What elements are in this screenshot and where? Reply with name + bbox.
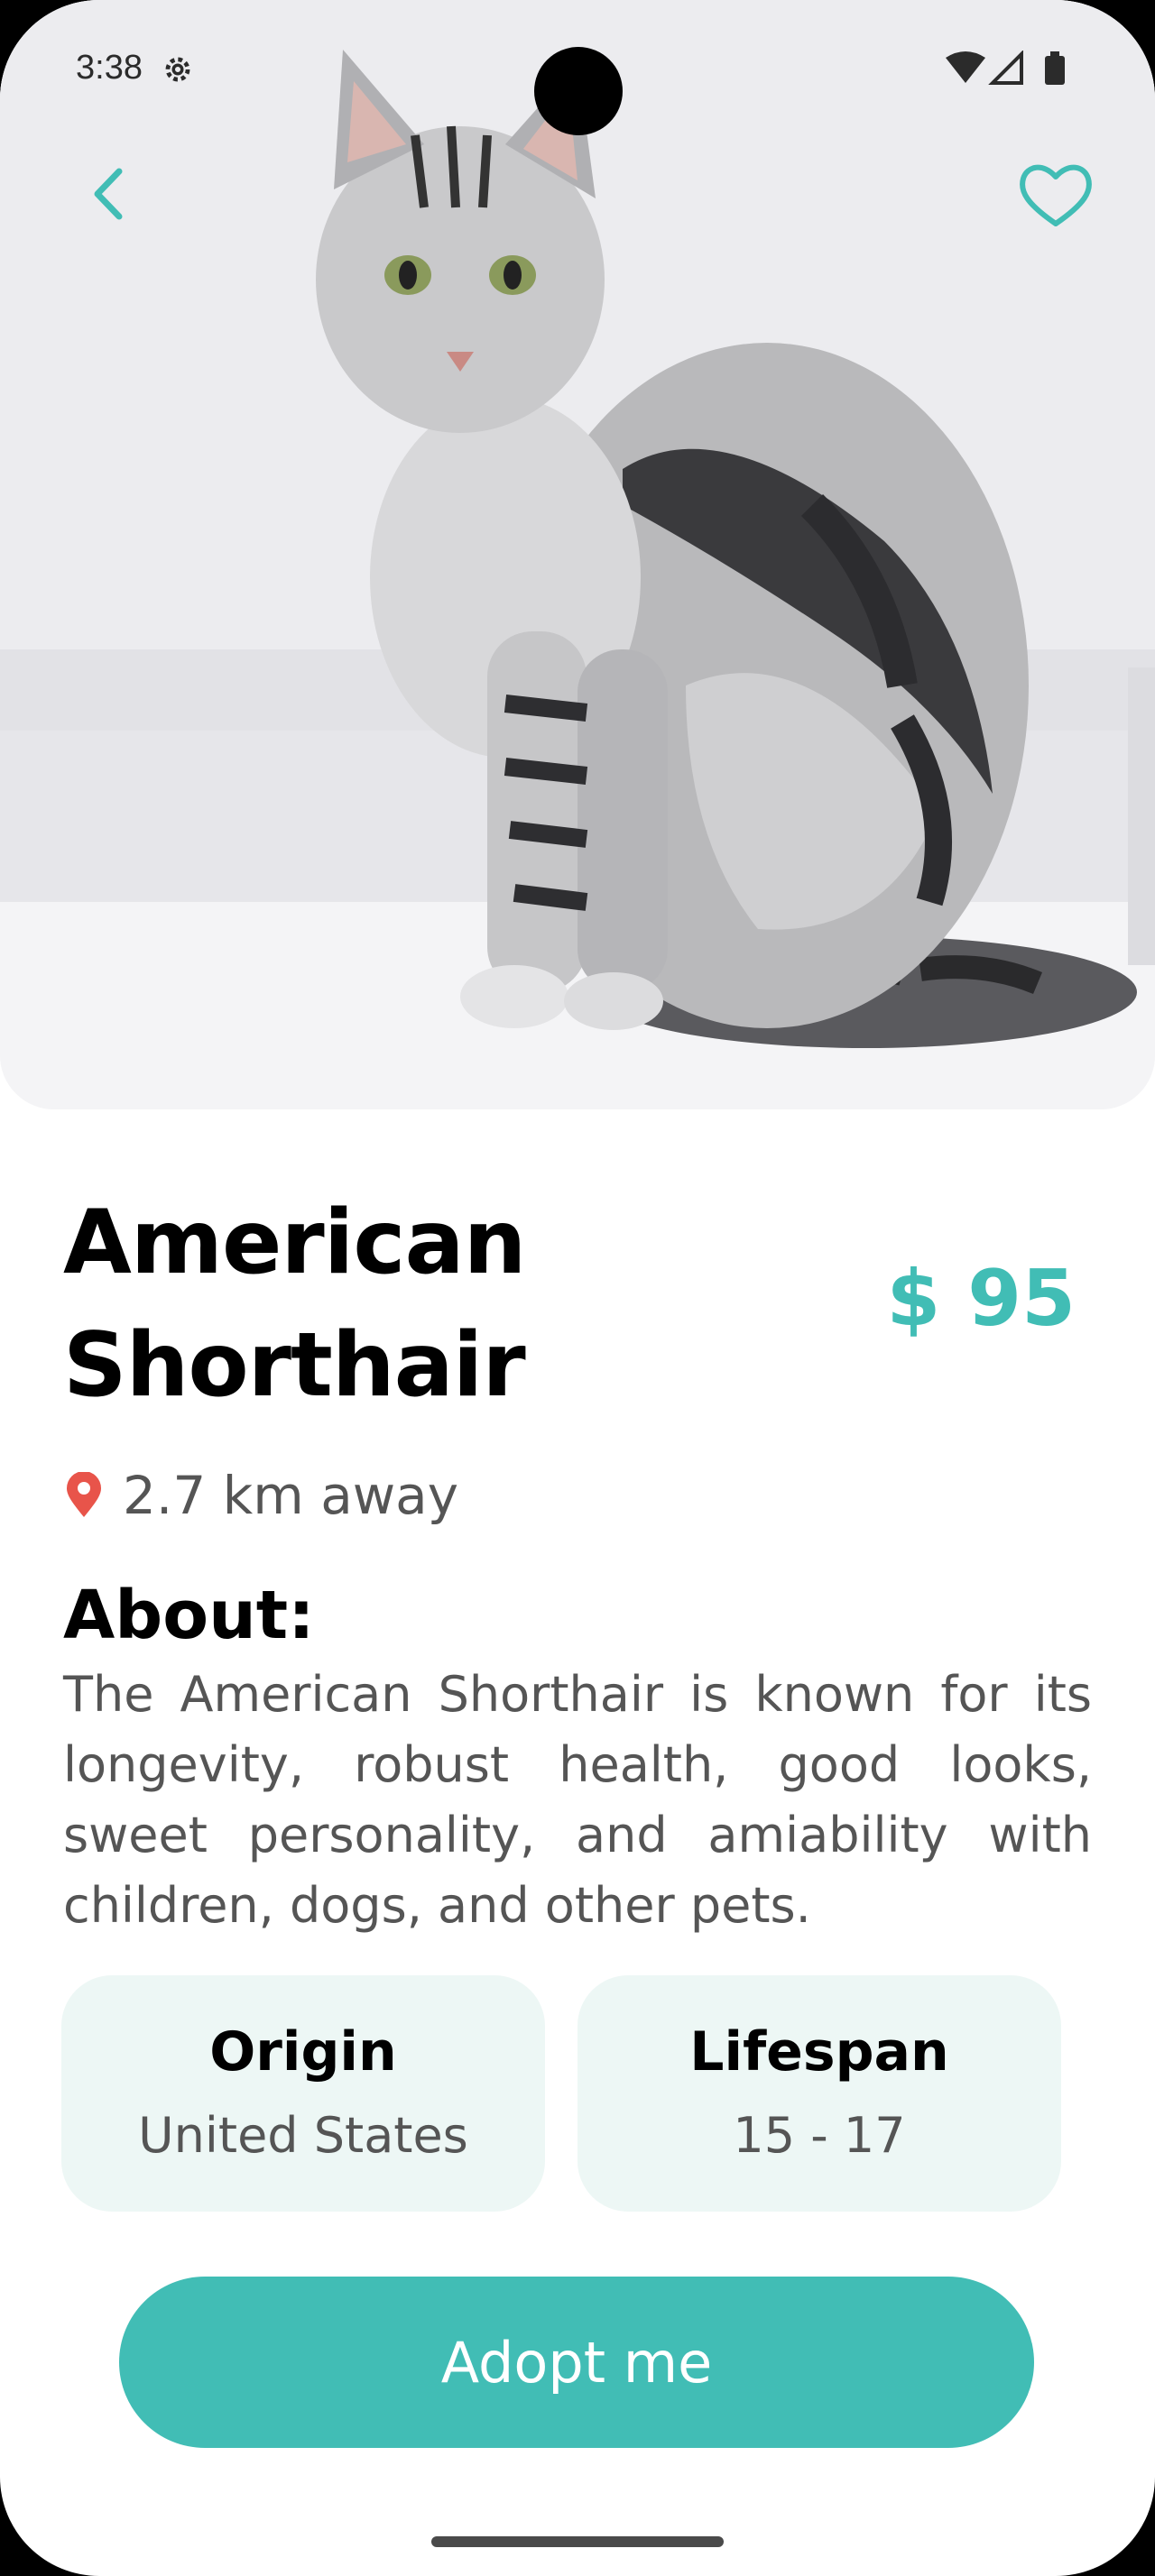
battery-icon [1045, 56, 1065, 85]
home-indicator[interactable] [431, 2536, 724, 2547]
chevron-left-icon [94, 168, 123, 220]
cat-image [0, 0, 1155, 1109]
lifespan-value: 15 - 17 [733, 2107, 906, 2164]
distance-text: 2.7 km away [123, 1465, 459, 1526]
lifespan-card: Lifespan 15 - 17 [578, 1975, 1061, 2212]
location-pin-icon [67, 1472, 101, 1517]
pet-name: American Shorthair [63, 1191, 526, 1417]
about-text: The American Shorthair is known for its … [63, 1666, 1092, 1934]
heart-outline-icon [1020, 164, 1092, 226]
adopt-button[interactable]: Adopt me [119, 2277, 1034, 2448]
favorite-button[interactable] [1014, 155, 1097, 233]
wifi-icon [946, 51, 985, 83]
status-time: 3:38 [76, 49, 143, 87]
origin-card: Origin United States [61, 1975, 545, 2212]
lifespan-label: Lifespan [689, 2020, 949, 2084]
pet-location: 2.7 km away [63, 1461, 458, 1530]
pet-photo: 3:38 [0, 0, 1155, 1109]
camera-cutout [534, 47, 623, 135]
cellular-icon [988, 51, 1023, 85]
settings-icon [165, 57, 190, 82]
origin-label: Origin [209, 2020, 397, 2084]
origin-value: United States [138, 2107, 468, 2164]
about-heading: About: [63, 1577, 315, 1654]
screen: 3:38 American Shorthair $ 95 2.7 km away… [0, 0, 1155, 2576]
pet-price: $ 95 [886, 1254, 1076, 1344]
status-icons [946, 51, 1065, 85]
back-button[interactable] [83, 155, 141, 233]
